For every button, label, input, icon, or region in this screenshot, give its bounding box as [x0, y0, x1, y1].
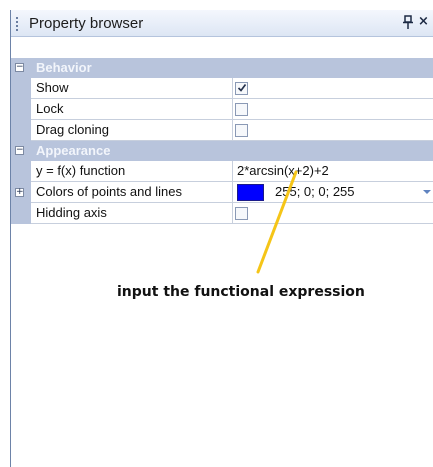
- annotation-label: input the functional expression: [117, 284, 365, 300]
- property-row-drag-cloning[interactable]: Drag cloning: [11, 120, 433, 141]
- property-name[interactable]: Drag cloning: [31, 120, 233, 141]
- row-gutter: +: [11, 182, 31, 203]
- category-label: Behavior: [36, 60, 92, 75]
- property-row-function[interactable]: y = f(x) function 2*arcsin(x+2)+2: [11, 161, 433, 182]
- expand-icon[interactable]: +: [15, 188, 24, 197]
- row-gutter: [11, 99, 31, 120]
- collapse-icon[interactable]: −: [15, 63, 24, 72]
- property-value[interactable]: 255; 0; 0; 255: [233, 182, 433, 203]
- drag-grip-icon[interactable]: [16, 17, 19, 31]
- panel-title-bar[interactable]: Property browser ×: [11, 10, 433, 37]
- property-row-colors[interactable]: + Colors of points and lines 255; 0; 0; …: [11, 182, 433, 203]
- row-gutter: [11, 120, 31, 141]
- page: Property browser × − Behavior Show Lock …: [0, 0, 433, 467]
- property-value[interactable]: [233, 78, 433, 99]
- function-expression-input[interactable]: 2*arcsin(x+2)+2: [237, 161, 329, 181]
- property-row-lock[interactable]: Lock: [11, 99, 433, 120]
- property-name[interactable]: Hidding axis: [31, 203, 233, 224]
- property-value[interactable]: [233, 120, 433, 141]
- category-appearance[interactable]: − Appearance: [11, 141, 433, 161]
- checkmark-icon: [237, 83, 247, 92]
- close-icon[interactable]: ×: [418, 14, 430, 30]
- property-value[interactable]: 2*arcsin(x+2)+2: [233, 161, 433, 182]
- collapse-icon[interactable]: −: [15, 146, 24, 155]
- category-label: Appearance: [36, 143, 111, 158]
- row-gutter: [11, 78, 31, 99]
- dropdown-arrow-icon[interactable]: [423, 190, 431, 194]
- category-behavior[interactable]: − Behavior: [11, 58, 433, 78]
- property-value[interactable]: [233, 203, 433, 224]
- lock-checkbox[interactable]: [235, 103, 248, 116]
- pin-icon[interactable]: [402, 15, 414, 31]
- property-value[interactable]: [233, 99, 433, 120]
- drag-cloning-checkbox[interactable]: [235, 124, 248, 137]
- property-name[interactable]: Show: [31, 78, 233, 99]
- property-row-show[interactable]: Show: [11, 78, 433, 99]
- property-row-hidding-axis[interactable]: Hidding axis: [11, 203, 433, 224]
- color-swatch[interactable]: [237, 184, 264, 201]
- color-value[interactable]: 255; 0; 0; 255: [275, 182, 355, 202]
- row-gutter: [11, 203, 31, 224]
- property-name[interactable]: Lock: [31, 99, 233, 120]
- panel-title: Property browser: [29, 15, 144, 32]
- property-browser-panel: Property browser × − Behavior Show Lock …: [10, 10, 433, 467]
- property-name[interactable]: Colors of points and lines: [31, 182, 233, 203]
- show-checkbox[interactable]: [235, 82, 248, 95]
- row-gutter: [11, 161, 31, 182]
- hidding-axis-checkbox[interactable]: [235, 207, 248, 220]
- property-name[interactable]: y = f(x) function: [31, 161, 233, 182]
